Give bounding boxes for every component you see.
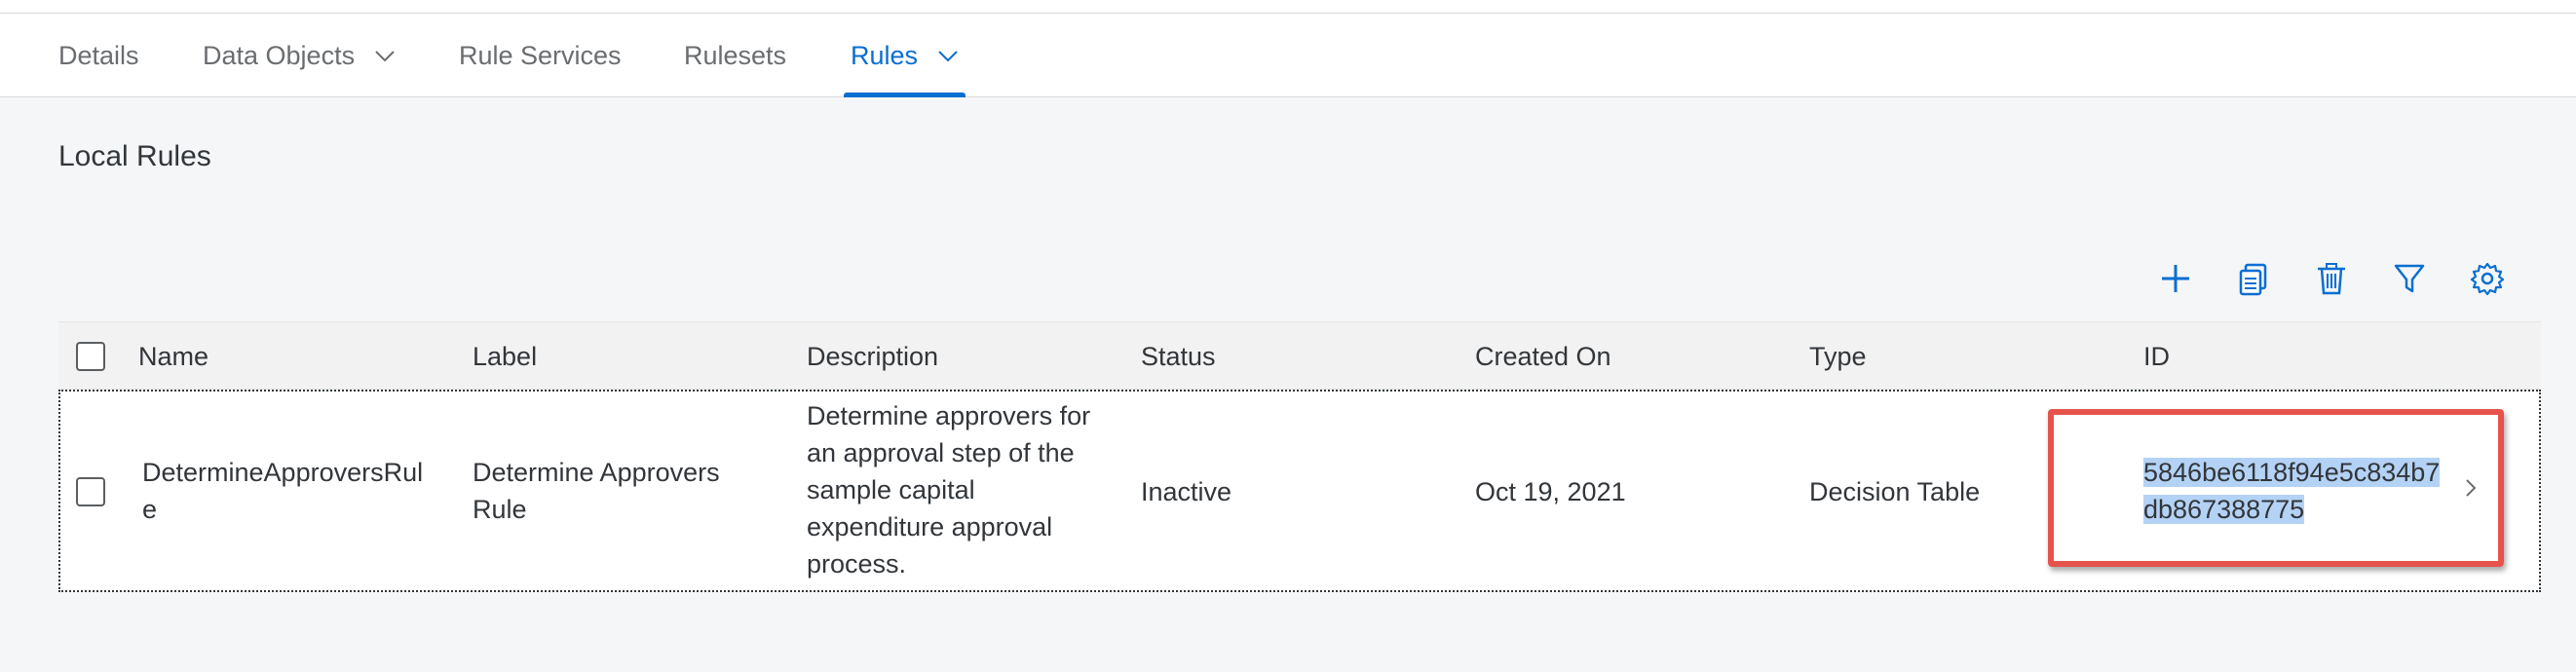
cell-description-line: expenditure approval <box>807 512 1053 541</box>
cell-type: Decision Table <box>1809 477 1981 506</box>
tab-bar: Details Data Objects Rule Services Rules… <box>0 14 2576 97</box>
filter-icon <box>2394 264 2425 293</box>
column-header-name[interactable]: Name <box>138 322 208 391</box>
copy-icon <box>2239 263 2267 296</box>
cell-created-on: Oct 19, 2021 <box>1475 477 1626 506</box>
column-header-type[interactable]: Type <box>1809 322 1867 391</box>
cell-description-line: sample capital <box>807 475 975 504</box>
tab-label: Details <box>58 40 139 70</box>
cell-label-line: Rule <box>473 495 527 524</box>
settings-button[interactable] <box>2466 257 2509 300</box>
column-header-id[interactable]: ID <box>2143 322 2170 391</box>
select-all-checkbox[interactable] <box>76 342 105 371</box>
tab-data-objects[interactable]: Data Objects <box>203 14 396 97</box>
delete-icon <box>2318 263 2345 295</box>
tab-details[interactable]: Details <box>58 14 139 97</box>
cell-name-line: DetermineApproversRul <box>142 458 424 487</box>
cell-description: Determine approvers for an approval step… <box>807 397 1090 582</box>
column-header-created-on[interactable]: Created On <box>1475 322 1611 391</box>
cell-name: DetermineApproversRul e <box>142 454 423 528</box>
column-header-label[interactable]: Label <box>473 322 537 391</box>
column-header-description[interactable]: Description <box>807 322 938 391</box>
cell-label-line: Determine Approvers <box>473 458 720 487</box>
tab-rule-services[interactable]: Rule Services <box>459 14 622 97</box>
add-icon <box>2162 265 2189 292</box>
chevron-down-icon <box>938 51 958 62</box>
cell-status: Inactive <box>1141 477 1232 506</box>
filter-button[interactable] <box>2388 257 2431 300</box>
annotation-highlight-box <box>2048 409 2504 567</box>
tab-label: Rulesets <box>684 40 787 70</box>
column-header-status[interactable]: Status <box>1141 322 1216 391</box>
active-tab-indicator <box>844 93 966 97</box>
tab-rules[interactable]: Rules <box>844 14 966 97</box>
cell-name-line: e <box>142 495 158 524</box>
section-title: Local Rules <box>58 140 211 172</box>
cell-description-line: an approval step of the <box>807 438 1075 467</box>
cell-description-line: Determine approvers for <box>807 401 1091 430</box>
tab-label: Data Objects <box>203 40 356 70</box>
chevron-down-icon <box>375 51 395 62</box>
delete-button[interactable] <box>2310 257 2353 300</box>
cell-description-line: process. <box>807 549 907 579</box>
copy-button[interactable] <box>2232 257 2275 300</box>
table-header: Name Label Description Status Created On… <box>58 321 2541 390</box>
tab-label: Rules <box>851 40 919 70</box>
top-strip <box>0 0 2576 14</box>
tab-rulesets[interactable]: Rulesets <box>684 14 786 97</box>
tab-label: Rule Services <box>459 40 622 70</box>
add-button[interactable] <box>2154 257 2197 300</box>
settings-icon <box>2470 262 2505 296</box>
cell-label: Determine Approvers Rule <box>473 454 720 528</box>
row-checkbox[interactable] <box>76 477 105 506</box>
